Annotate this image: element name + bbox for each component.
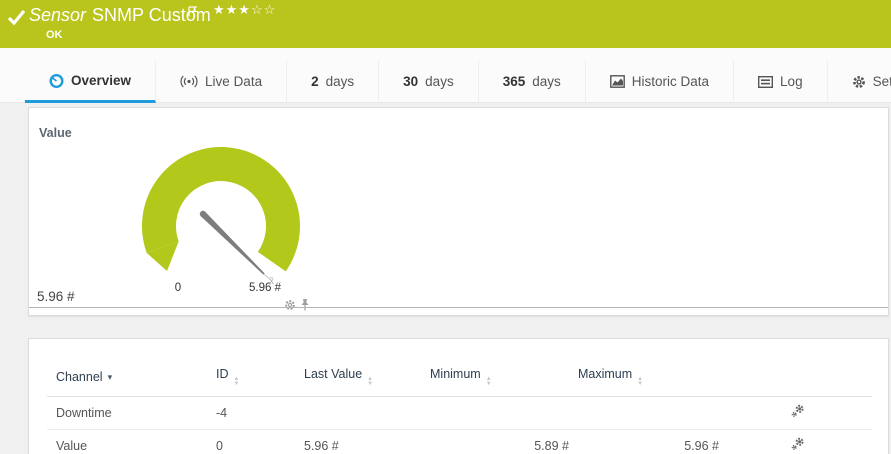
gauge-icon [49,73,64,88]
tab-settings[interactable]: Settings [828,60,891,103]
cell-actions [719,397,872,430]
header-label: Last Value [304,367,362,381]
gear-icon [852,75,866,89]
tab-label: days [425,74,454,89]
cell-last-value: 5.96 # [295,430,421,454]
tab-number: 2 [311,74,319,89]
page-title: SensorSNMP Custom [29,5,211,26]
tab-label: Live Data [205,74,262,89]
tab-overview[interactable]: Overview [25,60,156,103]
sort-icon: ▲▼ [637,377,643,386]
tab-label: Settings [873,74,891,89]
broadcast-icon [180,75,198,88]
cell-last-value [295,397,421,430]
gauge-min-label: 0 [167,282,189,294]
stars-empty: ☆☆ [251,2,276,17]
tab-number: 30 [403,74,418,89]
cell-minimum: 5.89 # [421,430,569,454]
gauge-arc [159,164,283,262]
channel-settings-gears-icon[interactable] [791,407,805,421]
sort-icon: ▲▼ [367,377,373,386]
cell-id: -4 [207,397,295,430]
column-header-last-value[interactable]: Last Value ▲▼ [295,359,421,397]
table-row-value: Value 0 5.96 # 5.89 # 5.96 # [47,430,872,454]
cell-id: 0 [207,430,295,454]
table-row-downtime: Downtime -4 [47,397,872,430]
gauge-panel-title: Value [39,126,72,140]
sort-desc-icon: ▾ [108,372,113,382]
flag-icon[interactable] [188,4,199,22]
channel-settings-gears-icon[interactable] [791,440,805,454]
gauge-max-label: 5.96 # [234,282,296,294]
area-chart-icon [610,75,625,88]
tab-365-days[interactable]: 365 days [479,60,586,103]
header-label: Maximum [578,367,632,381]
cell-maximum: 5.96 # [569,430,719,454]
column-header-actions [719,359,872,397]
tab-label: Log [780,74,803,89]
sensor-type-label: Sensor [29,5,86,25]
header-label: Channel [56,370,103,384]
current-value-label: 5.96 # [37,289,75,304]
log-icon [758,76,773,88]
cell-minimum [421,397,569,430]
channel-table-panel: Channel ▾ ID ▲▼ Last Value ▲▼ Minimum ▲▼ Max… [28,338,889,454]
value-gauge-panel: Value 0 5.96 # x̄ 5.96 # [28,107,889,316]
status-badge: OK [46,29,63,41]
tab-label: Historic Data [632,74,709,89]
value-gauge-chart [129,138,329,308]
content-area: Value 0 5.96 # x̄ 5.96 # [0,103,891,454]
tab-bar: Overview Live Data 2 days 30 days 365 da… [0,48,891,103]
sort-icon: ▲▼ [234,377,240,386]
column-header-id[interactable]: ID ▲▼ [207,359,295,397]
tab-2-days[interactable]: 2 days [287,60,379,103]
tab-30-days[interactable]: 30 days [379,60,479,103]
gauge-baseline [29,307,888,308]
header-label: Minimum [430,367,481,381]
sort-icon: ▲▼ [486,377,492,386]
column-header-minimum[interactable]: Minimum ▲▼ [421,359,569,397]
tab-number: 365 [503,74,526,89]
tab-label: days [326,74,355,89]
mean-symbol: x̄ [269,276,274,287]
sensor-header: SensorSNMP Custom ★★★☆☆ OK [0,0,891,48]
stars-filled: ★★★ [213,2,251,17]
cell-channel: Downtime [47,397,207,430]
cell-maximum [569,397,719,430]
tab-label: days [532,74,561,89]
tab-live-data[interactable]: Live Data [156,60,287,103]
gauge-needle [201,212,265,275]
tab-historic-data[interactable]: Historic Data [586,60,734,103]
priority-stars[interactable]: ★★★☆☆ [213,2,276,18]
table-header-row: Channel ▾ ID ▲▼ Last Value ▲▼ Minimum ▲▼ Max… [47,359,872,397]
tab-log[interactable]: Log [734,60,828,103]
tab-label: Overview [71,73,131,88]
channel-table: Channel ▾ ID ▲▼ Last Value ▲▼ Minimum ▲▼ Max… [47,359,872,454]
column-header-channel[interactable]: Channel ▾ [47,359,207,397]
column-header-maximum[interactable]: Maximum ▲▼ [569,359,719,397]
header-label: ID [216,367,229,381]
cell-channel: Value [47,430,207,454]
status-check-icon [7,9,26,31]
cell-actions [719,430,872,454]
